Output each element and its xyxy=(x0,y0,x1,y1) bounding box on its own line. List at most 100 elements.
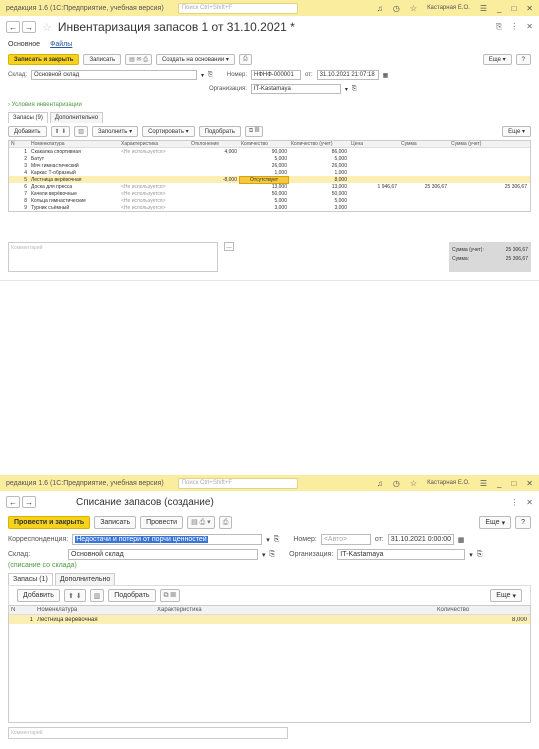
save-button[interactable]: Записать xyxy=(83,54,122,65)
print-icon[interactable]: ⎙ xyxy=(218,516,233,529)
cell-n[interactable]: 8 xyxy=(9,198,29,204)
create-based-button[interactable]: Создать на основании ▾ xyxy=(155,54,235,65)
post-and-close-button[interactable]: Провести и закрыть xyxy=(8,516,91,529)
search-input[interactable]: Поиск Ctrl+Shift+F xyxy=(177,477,298,489)
col-dev[interactable]: Отклонение xyxy=(189,141,239,147)
table-row[interactable]: 5 Лестница верёвочная -8,000 Отсутствует 8,0… xyxy=(9,175,530,184)
col-n[interactable]: N xyxy=(9,141,29,147)
comment-field[interactable]: Комментарий xyxy=(8,727,288,739)
cell-n[interactable]: 1 xyxy=(9,149,29,155)
cell-dev[interactable]: 4,000 xyxy=(189,149,239,155)
warehouse-field[interactable]: Основной склад xyxy=(31,70,198,80)
pick-button[interactable]: Подобрать xyxy=(108,589,156,602)
more-vertical-icon[interactable]: ⋮ xyxy=(510,22,518,32)
cell-qty_acc[interactable]: 1,000 xyxy=(289,170,349,176)
add-button[interactable]: Добавить xyxy=(8,126,47,137)
open-icon[interactable]: ⎘ xyxy=(208,72,213,79)
cell-name[interactable]: Каркас Т-образный xyxy=(29,170,119,176)
cell-qty[interactable]: 8,000 xyxy=(435,617,529,623)
cell-name[interactable]: Лестница верёвочная xyxy=(29,177,119,183)
col-qty[interactable]: Количество xyxy=(435,607,529,613)
pick-button[interactable]: Подобрать xyxy=(198,126,241,137)
cell-n[interactable]: 3 xyxy=(9,163,29,169)
cell-char[interactable]: <Не используется> xyxy=(119,191,189,197)
cell-qty[interactable]: 50,000 xyxy=(239,191,289,197)
date-field[interactable]: 31.10.2021 21:07:18 xyxy=(316,70,379,80)
wh-dropdown-icon[interactable]: ▾ xyxy=(262,551,266,559)
org-field[interactable]: IT-Kastamaya xyxy=(250,84,341,94)
corr-dropdown-icon[interactable]: ▾ xyxy=(266,536,270,544)
back-icon[interactable]: ← xyxy=(6,21,20,33)
cell-qty[interactable]: Отсутствует xyxy=(239,175,289,184)
cell-n[interactable]: 9 xyxy=(9,205,29,211)
cell-char[interactable]: <Не используется> xyxy=(119,149,189,155)
close-icon[interactable]: ✕ xyxy=(526,479,533,488)
star-icon[interactable]: ☆ xyxy=(410,4,417,13)
history-icon[interactable]: ◷ xyxy=(393,479,400,488)
cell-qty_acc[interactable]: 3,000 xyxy=(289,205,349,211)
cell-qty_acc[interactable]: 86,000 xyxy=(289,149,349,155)
col-char[interactable]: Характеристика xyxy=(119,141,189,147)
table-row[interactable]: 2 Батут 5,000 5,000 xyxy=(9,155,530,162)
cell-name[interactable]: Турник съёмный xyxy=(29,205,119,211)
add-button[interactable]: Добавить xyxy=(17,589,60,602)
cell-qty_acc[interactable]: 5,000 xyxy=(289,156,349,162)
col-qty[interactable]: Количество xyxy=(239,141,289,147)
cell-name[interactable]: Скакалка спортивная xyxy=(29,149,119,155)
org-open-icon[interactable]: ⎘ xyxy=(477,551,483,559)
menu-icon[interactable]: ☰ xyxy=(480,4,487,13)
bell-icon[interactable]: ♫ xyxy=(377,4,383,13)
cell-name[interactable]: Кольца гимнастические xyxy=(29,198,119,204)
barcode-icon[interactable]: ▥ xyxy=(89,589,105,602)
table-row[interactable]: 9 Турник съёмный <Не используется> 3,000 3,0… xyxy=(9,204,530,211)
cell-qty[interactable]: 5,000 xyxy=(239,198,289,204)
move-up-down-icon[interactable]: ⬆ ⬇ xyxy=(50,126,71,137)
favorite-star-icon[interactable]: ☆ xyxy=(42,21,52,34)
more-button[interactable]: Еще ▾ xyxy=(479,516,512,529)
org-dropdown-icon[interactable]: ▾ xyxy=(469,551,473,559)
date-field[interactable]: 31.10.2021 0:00:00 xyxy=(387,534,454,545)
cell-sum_acc[interactable]: 25 306,67 xyxy=(449,184,529,190)
table-row[interactable]: 6 Доска для пресса <Не используется> 13,000… xyxy=(9,183,530,190)
cell-qty_acc[interactable]: 26,000 xyxy=(289,163,349,169)
cell-char[interactable]: <Не используется> xyxy=(119,205,189,211)
wh-open-icon[interactable]: ⎘ xyxy=(270,551,276,559)
cell-n[interactable]: 2 xyxy=(9,156,29,162)
comment-edit-icon[interactable]: … xyxy=(224,242,234,251)
minimize-icon[interactable]: _ xyxy=(497,479,501,488)
table-row[interactable]: 1 Лестница верёвочная 8,000 xyxy=(9,615,530,624)
cell-price[interactable]: 1 946,67 xyxy=(349,184,399,190)
cell-n[interactable]: 6 xyxy=(9,184,29,190)
col-name[interactable]: Номенклатура xyxy=(35,607,155,613)
forward-icon[interactable]: → xyxy=(22,21,36,33)
cell-qty_acc[interactable]: 5,000 xyxy=(289,198,349,204)
close-doc-icon[interactable]: ✕ xyxy=(526,22,533,32)
maximize-icon[interactable]: □ xyxy=(511,4,516,13)
table-row[interactable]: 1 Скакалка спортивная <Не используется> 4,0… xyxy=(9,148,530,155)
corr-open-icon[interactable]: ⎘ xyxy=(274,536,280,544)
calendar-icon[interactable]: ▦ xyxy=(458,536,465,544)
col-n[interactable]: N xyxy=(9,607,35,613)
cell-qty[interactable]: 90,000 xyxy=(239,149,289,155)
col-sum[interactable]: Сумма xyxy=(399,141,449,147)
table-row[interactable]: 7 Качели верёвочные <Не используется> 50,00… xyxy=(9,190,530,197)
cell-n[interactable]: 5 xyxy=(9,177,29,183)
menu-icon[interactable]: ☰ xyxy=(480,479,487,488)
search-input[interactable]: Поиск Ctrl+Shift+F xyxy=(177,2,298,14)
col-name[interactable]: Номенклатура xyxy=(29,141,119,147)
cell-n[interactable]: 4 xyxy=(9,170,29,176)
cell-char[interactable]: <Не используется> xyxy=(119,198,189,204)
cell-qty[interactable]: 26,000 xyxy=(239,163,289,169)
more-vertical-icon[interactable]: ⋮ xyxy=(510,498,518,507)
cell-qty[interactable]: 3,000 xyxy=(239,205,289,211)
col-price[interactable]: Цена xyxy=(349,141,399,147)
warehouse-field[interactable]: Основной склад xyxy=(68,549,258,560)
cell-qty[interactable]: 5,000 xyxy=(239,156,289,162)
move-up-down-icon[interactable]: ⬆ ⬇ xyxy=(63,589,86,602)
forward-icon[interactable]: → xyxy=(22,496,36,508)
copy-icon[interactable]: ⧉ ▤ xyxy=(159,589,180,602)
post-button[interactable]: Провести xyxy=(140,516,184,529)
number-field[interactable]: НФНФ-000001 xyxy=(251,70,301,80)
tab-stock[interactable]: Запасы (9) xyxy=(8,112,48,123)
calendar-icon[interactable]: ▦ xyxy=(383,72,389,79)
